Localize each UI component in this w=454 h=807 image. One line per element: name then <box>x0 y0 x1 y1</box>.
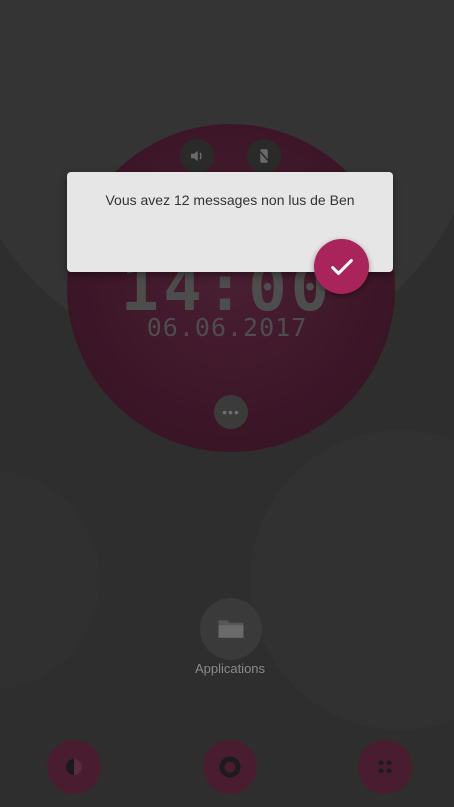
grid-dots-icon <box>378 760 392 774</box>
lock-screen: 14:00 06.06.2017 ••• Vous avez 12 messag… <box>0 0 454 807</box>
speaker-icon-graphic <box>191 150 202 162</box>
no-disturb-icon-graphic <box>257 148 271 164</box>
folder-icon <box>218 620 244 638</box>
more-button[interactable]: ••• <box>214 395 248 429</box>
dock-button-home[interactable] <box>203 740 257 794</box>
background-shape <box>250 430 454 730</box>
speaker-icon[interactable] <box>180 139 214 173</box>
no-disturb-icon[interactable] <box>247 139 281 173</box>
notification-message: Vous avez 12 messages non lus de Ben <box>105 192 355 208</box>
applications-button[interactable] <box>200 598 262 660</box>
home-ring-icon <box>219 756 241 778</box>
clock-date: 06.06.2017 <box>146 313 308 342</box>
half-circle-icon <box>66 759 82 775</box>
dock-button-left[interactable] <box>47 740 101 794</box>
applications-label: Applications <box>194 661 266 676</box>
confirm-button[interactable] <box>314 239 369 294</box>
dock-button-apps[interactable] <box>358 740 412 794</box>
check-icon <box>330 258 353 275</box>
background-shape <box>0 470 100 690</box>
